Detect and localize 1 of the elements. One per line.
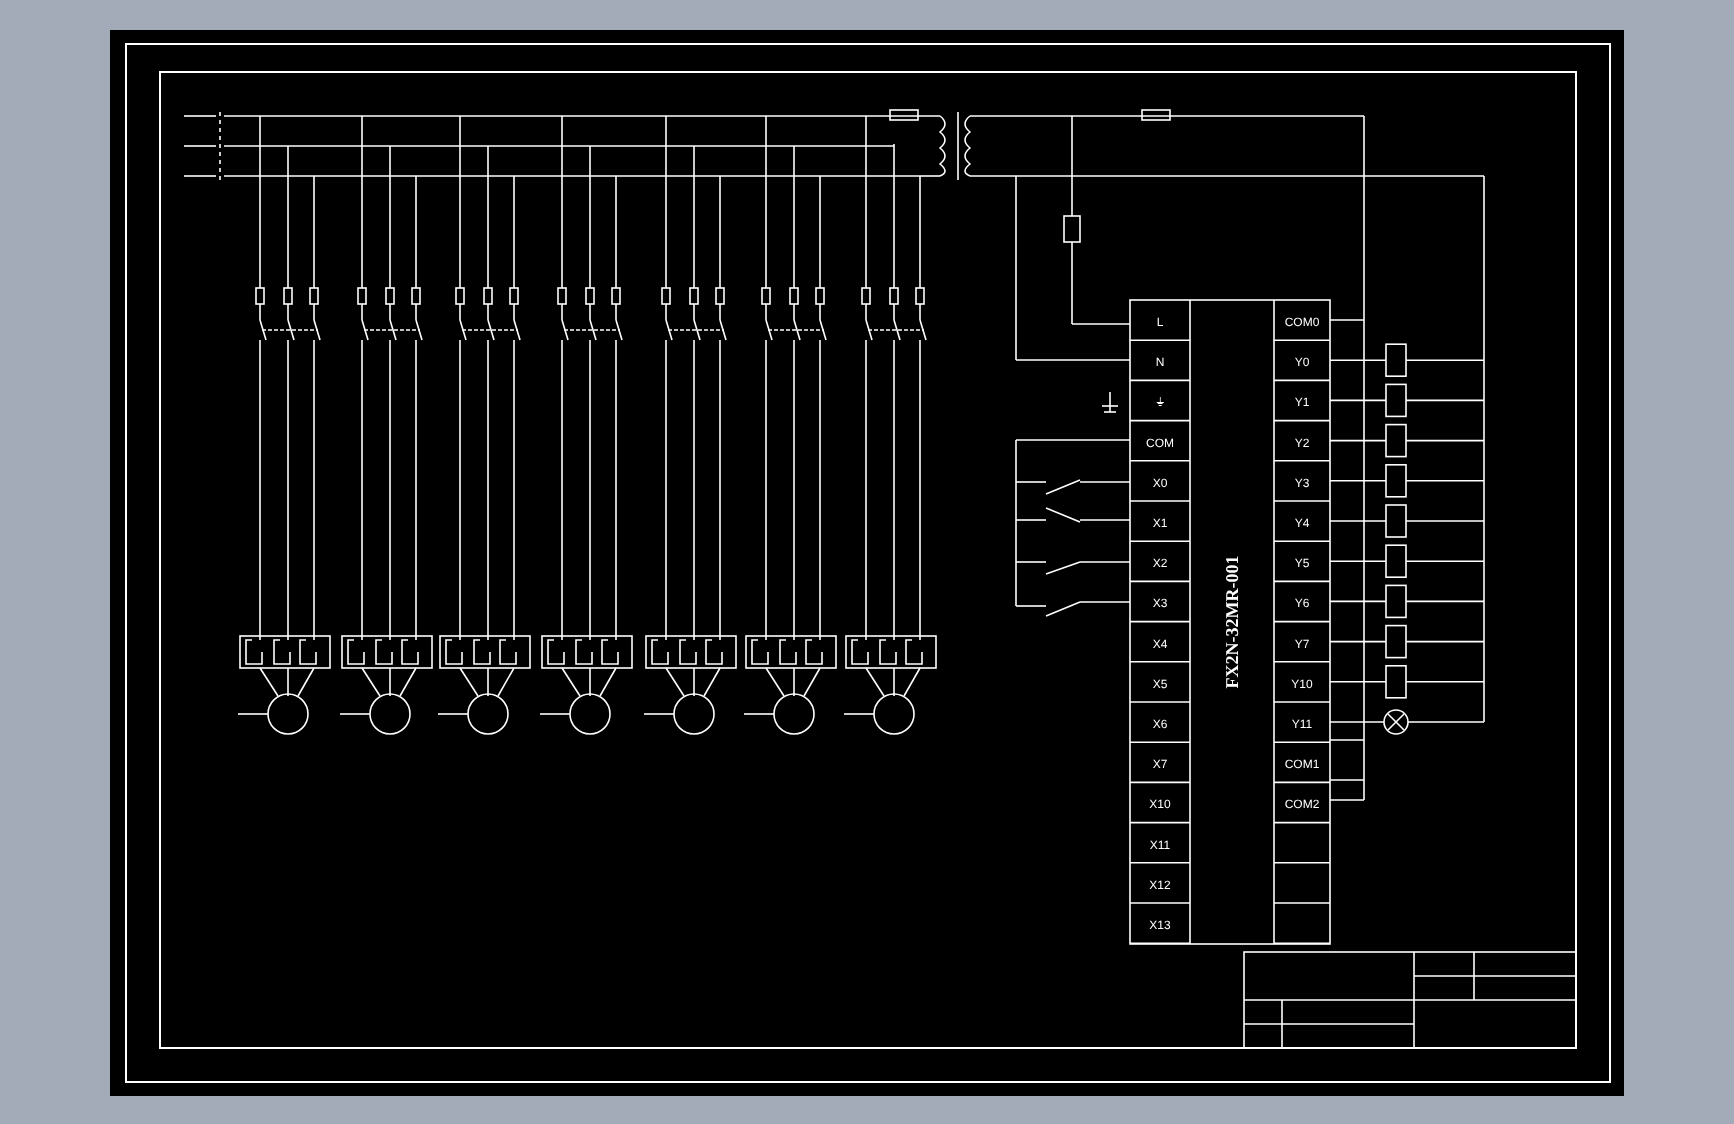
- plc-model-label: FX2N-32MR-001: [1222, 555, 1242, 689]
